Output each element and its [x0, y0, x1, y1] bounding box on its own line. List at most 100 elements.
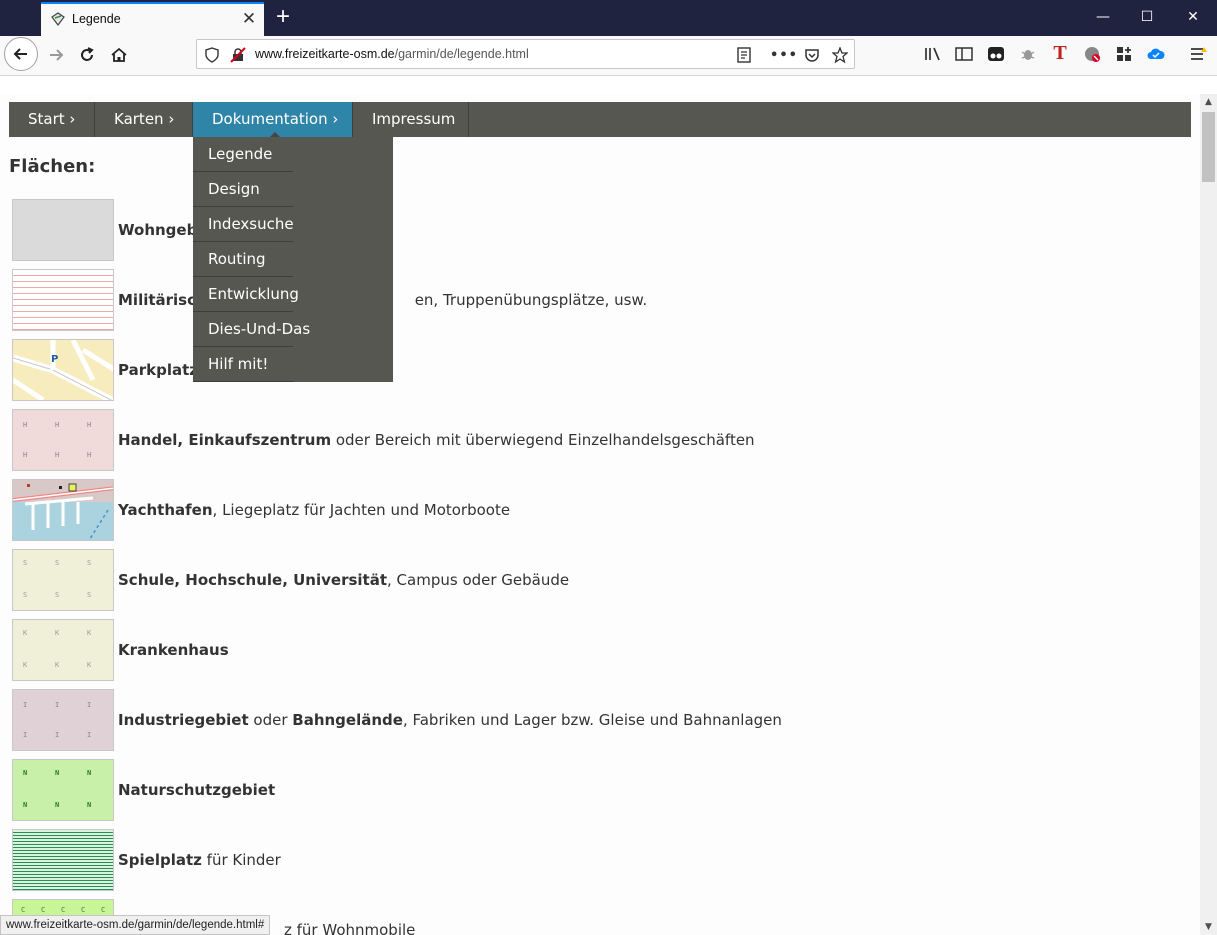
legend-row-parkplatz: P Parkplatz	[12, 339, 1112, 401]
dokumentation-dropdown: Legende Design Indexsuche Routing Entwic…	[193, 137, 393, 382]
status-bar-url: www.freizeitkarte-osm.de/garmin/de/legen…	[0, 915, 271, 935]
url-text[interactable]: www.freizeitkarte-osm.de/garmin/de/legen…	[255, 47, 529, 61]
swatch-letter: S	[87, 559, 91, 567]
section-title-flaechen: Flächen:	[9, 156, 96, 177]
menu-dokumentation-label: Dokumentation ›	[212, 110, 339, 128]
url-bar[interactable]: www.freizeitkarte-osm.de/garmin/de/legen…	[196, 39, 855, 69]
legend-row-militaer: Militärisch en, Truppenübungsplätze, usw.	[12, 269, 1112, 331]
tab-title: Legende	[72, 12, 121, 26]
scroll-down-icon[interactable]: ▼	[1200, 919, 1217, 935]
menu-karten[interactable]: Karten ›	[95, 102, 193, 137]
navigation-toolbar: www.freizeitkarte-osm.de/garmin/de/legen…	[0, 36, 1217, 76]
swatch-letter: S	[23, 591, 27, 599]
reload-icon	[81, 47, 94, 61]
dropdown-item-routing[interactable]: Routing	[193, 242, 293, 277]
scroll-up-icon[interactable]: ▲	[1200, 94, 1217, 110]
swatch-wohngebiet	[12, 199, 114, 261]
menu-start[interactable]: Start ›	[9, 102, 95, 137]
pocket-icon[interactable]	[801, 44, 823, 66]
scroll-thumb[interactable]	[1202, 112, 1215, 182]
noscript-icon[interactable]	[1080, 42, 1104, 66]
menu-impressum[interactable]: Impressum	[353, 102, 469, 137]
swatch-letter: K	[87, 661, 92, 669]
legend-row-krankenhaus: K K K K K K Krankenhaus	[12, 619, 1112, 681]
swatch-yachthafen	[12, 479, 114, 541]
home-button[interactable]	[103, 39, 135, 71]
forward-arrow-icon	[50, 49, 64, 61]
swatch-letter: C	[81, 906, 85, 914]
swatch-letter: K	[87, 629, 92, 637]
reload-button[interactable]	[71, 39, 103, 71]
close-window-icon[interactable]: ✕	[1170, 0, 1216, 34]
krankenhaus-pattern-icon: K K K K K K	[23, 629, 92, 669]
handel-pattern-icon: H H H H H H	[23, 421, 91, 459]
legend-row-industrie: I I I I I I Industriegebiet oder Bahngelände…	[12, 689, 1112, 751]
map-favicon-icon	[51, 12, 65, 26]
maximize-icon[interactable]: ☐	[1124, 0, 1170, 34]
swatch-letter: N	[55, 769, 59, 777]
legend-label: Schule, Hochschule, Universität, Campus …	[118, 571, 570, 589]
legend-label: Yachthafen, Liegeplatz für Jachten und M…	[118, 501, 511, 519]
swatch-spielplatz	[12, 829, 114, 891]
vertical-scrollbar[interactable]: ▲ ▼	[1200, 94, 1217, 935]
legend-label: Parkplatz	[118, 361, 198, 379]
new-tab-button[interactable]: +	[272, 4, 294, 32]
legend-label: Naturschutzgebiet	[118, 781, 276, 799]
svg-text:P: P	[51, 354, 58, 365]
back-button[interactable]	[4, 37, 38, 71]
tab-legende[interactable]: Legende ✕	[41, 2, 264, 36]
insecure-lock-icon[interactable]	[227, 44, 249, 66]
minimize-icon[interactable]: —	[1080, 0, 1126, 34]
back-arrow-icon	[13, 48, 27, 60]
legend-label: Wohngebi	[118, 221, 203, 239]
dropdown-item-indexsuche[interactable]: Indexsuche	[193, 207, 294, 242]
swatch-letter: N	[23, 769, 27, 777]
swatch-letter: H	[23, 421, 27, 429]
legend-label: Industriegebiet oder Bahngelände, Fabrik…	[118, 711, 782, 729]
legend-row-schule: S S S S S S Schule, Hochschule, Universität,…	[12, 549, 1112, 611]
swatch-letter: S	[55, 591, 59, 599]
schule-pattern-icon: S S S S S S	[23, 559, 91, 599]
dropdown-item-entwicklung[interactable]: Entwicklung	[193, 277, 299, 312]
legend-row-handel: H H H H H H Handel, Einkaufszentrum oder Ber…	[12, 409, 1112, 471]
swatch-letter: K	[23, 629, 28, 637]
swatch-letter: S	[23, 559, 27, 567]
close-tab-icon[interactable]: ✕	[240, 8, 258, 30]
dropdown-item-legende[interactable]: Legende	[193, 137, 293, 172]
extension-bug-icon[interactable]	[1016, 42, 1040, 66]
bookmark-star-icon[interactable]	[829, 44, 851, 66]
page-actions-icon[interactable]: •••	[770, 44, 797, 66]
swatch-letter: K	[55, 661, 60, 669]
legend-label: z für Wohnmobile	[284, 921, 416, 935]
swatch-letter: N	[55, 801, 59, 809]
swatch-letter: N	[87, 801, 91, 809]
page-viewport: Start › Karten › Dokumentation › Impress…	[0, 94, 1200, 935]
swatch-letter: H	[23, 451, 27, 459]
forward-button[interactable]	[40, 39, 72, 71]
library-icon[interactable]	[921, 42, 945, 66]
reader-view-icon[interactable]	[733, 44, 755, 66]
tampermonkey-icon[interactable]	[984, 42, 1008, 66]
swatch-industrie: I I I I I I	[12, 689, 114, 751]
title-bar: Legende ✕ + — ☐ ✕	[0, 0, 1217, 36]
swatch-letter: K	[23, 661, 28, 669]
swatch-letter: N	[87, 769, 91, 777]
parkplatz-map-icon: P	[13, 340, 113, 400]
site-menu-bar: Start › Karten › Dokumentation › Impress…	[9, 102, 1191, 137]
text-extension-icon[interactable]: T	[1048, 41, 1072, 65]
home-icon	[111, 47, 127, 62]
dropdown-item-design[interactable]: Design	[193, 172, 293, 207]
swatch-letter: I	[87, 701, 91, 709]
sidebar-icon[interactable]	[952, 42, 976, 66]
dropdown-item-hilf-mit[interactable]: Hilf mit!	[193, 347, 293, 382]
swatch-letter: I	[55, 701, 59, 709]
swatch-letter: C	[61, 906, 65, 914]
hamburger-menu-icon[interactable]	[1186, 42, 1210, 66]
menu-dokumentation[interactable]: Dokumentation ›	[193, 102, 353, 137]
dropdown-item-dies-und-das[interactable]: Dies-Und-Das	[193, 312, 310, 347]
legend-label: Spielplatz für Kinder	[118, 851, 281, 869]
cloud-sync-icon[interactable]	[1144, 42, 1168, 66]
shield-icon[interactable]	[201, 44, 223, 66]
swatch-letter: C	[41, 906, 45, 914]
add-grid-icon[interactable]	[1112, 42, 1136, 66]
